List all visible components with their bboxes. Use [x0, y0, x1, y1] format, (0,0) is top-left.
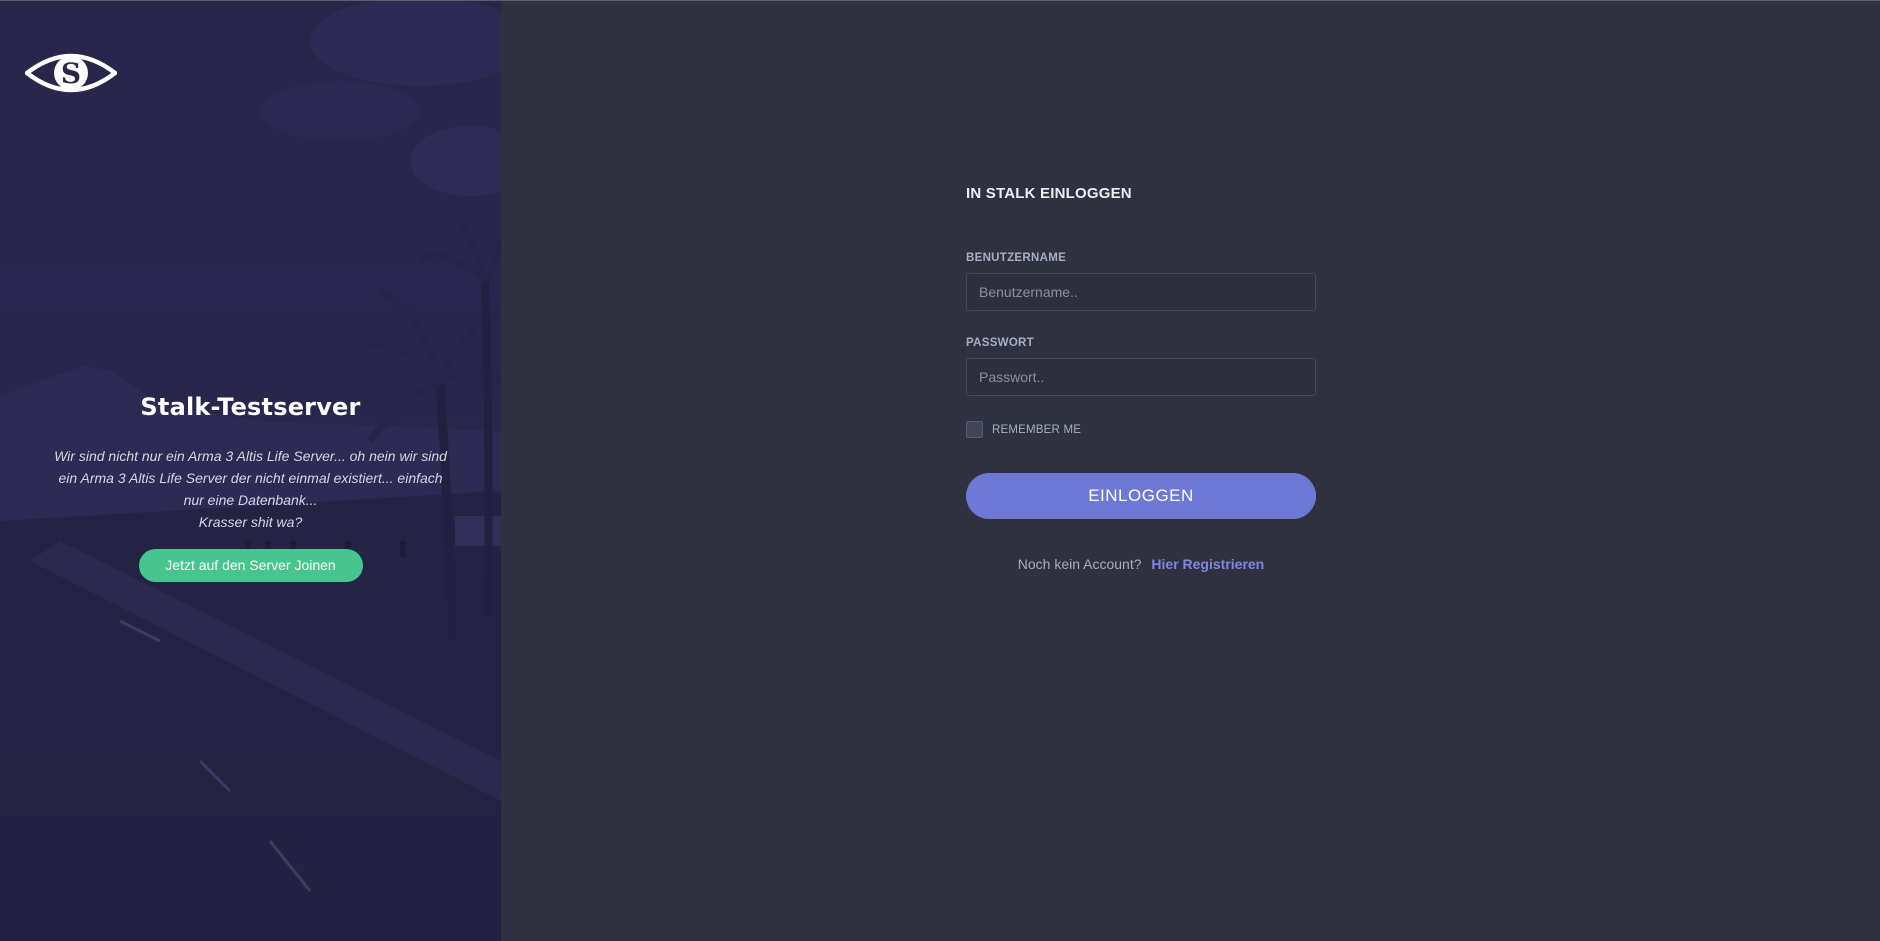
username-label: BENUTZERNAME — [966, 252, 1067, 264]
description-line: nur eine Datenbank... — [183, 492, 318, 508]
description-line: Krasser shit wa? — [198, 514, 303, 530]
login-title: IN STALK EINLOGGEN — [966, 185, 1132, 202]
no-account-text: Noch kein Account? — [1017, 556, 1142, 572]
left-hero-panel: S Stalk-Testserver Wir sind nicht nur ei… — [0, 1, 501, 941]
server-description: Wir sind nicht nur ein Arma 3 Altis Life… — [40, 445, 461, 533]
hero-section: Stalk-Testserver Wir sind nicht nur ein … — [40, 393, 461, 582]
login-button[interactable]: EINLOGGEN — [966, 473, 1316, 519]
svg-text:S: S — [61, 57, 81, 90]
server-name-heading: Stalk-Testserver — [140, 393, 361, 421]
remember-me-row[interactable]: REMEMBER ME — [966, 421, 1081, 438]
password-input[interactable] — [966, 358, 1316, 396]
join-server-button[interactable]: Jetzt auf den Server Joinen — [138, 549, 363, 582]
remember-me-label[interactable]: REMEMBER ME — [992, 424, 1081, 436]
description-line: Wir sind nicht nur ein Arma 3 Altis Life… — [54, 448, 447, 464]
password-label: PASSWORT — [966, 337, 1034, 349]
username-input[interactable] — [966, 273, 1316, 311]
register-prompt: Noch kein Account? Hier Registrieren — [966, 556, 1316, 572]
remember-me-checkbox[interactable] — [966, 421, 983, 438]
register-link[interactable]: Hier Registrieren — [1151, 556, 1264, 572]
description-line: ein Arma 3 Altis Life Server der nicht e… — [58, 470, 443, 486]
login-form: IN STALK EINLOGGEN BENUTZERNAME PASSWORT… — [966, 185, 1316, 572]
stalk-eye-logo-icon[interactable]: S — [25, 49, 117, 97]
